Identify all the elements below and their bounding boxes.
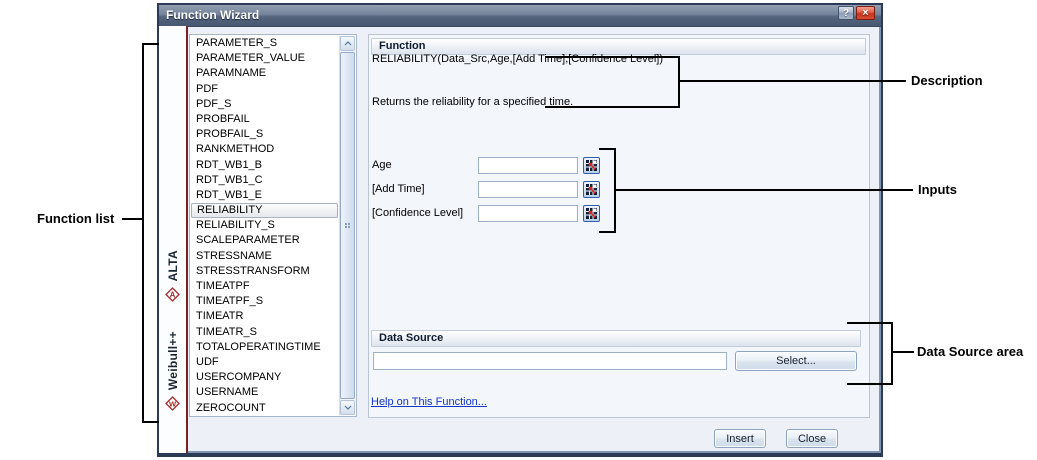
input-row: Age [372, 153, 632, 177]
input-row: [Confidence Level] [372, 201, 632, 225]
select-button[interactable]: Select... [735, 351, 857, 371]
cell-picker-button[interactable] [583, 205, 600, 222]
list-item[interactable]: PARAMETER_S [191, 36, 339, 51]
list-item[interactable]: USERCOMPANY [191, 370, 339, 385]
list-item[interactable]: RDT_WB1_E [191, 188, 339, 203]
list-item[interactable]: TOTALOPERATINGTIME [191, 340, 339, 355]
list-item[interactable]: PROBFAIL [191, 112, 339, 127]
insert-button[interactable]: Insert [714, 429, 766, 448]
annotation-line [893, 351, 914, 353]
list-item[interactable]: TIMEATR_S [191, 325, 339, 340]
annotation-line [847, 322, 893, 324]
list-scrollbar[interactable] [339, 36, 355, 415]
title-bar[interactable] [159, 5, 881, 27]
list-item[interactable]: TIMEATR [191, 309, 339, 324]
annotation-data-source-label: Data Source area [917, 344, 1023, 359]
input-row: [Add Time] [372, 177, 632, 201]
inputs-area: Age [Add Time] [372, 153, 632, 225]
list-item[interactable]: ZEROCOUNT [191, 401, 339, 416]
list-item[interactable]: RANKMETHOD [191, 142, 339, 157]
annotation-line [680, 80, 906, 82]
close-button[interactable]: Close [786, 429, 838, 448]
annotation-line [891, 322, 893, 385]
scrollbar-thumb[interactable] [340, 52, 355, 399]
titlebar-help-button[interactable]: ? [838, 6, 854, 20]
window-title: Function Wizard [166, 5, 259, 26]
alta-diamond-icon: A [165, 287, 180, 302]
list-item[interactable]: USERNAME [191, 385, 339, 400]
list-item[interactable]: PARAMETER_VALUE [191, 51, 339, 66]
data-source-field[interactable] [373, 352, 727, 370]
tab-alta[interactable]: ALTA A [159, 250, 186, 302]
annotation-line [545, 106, 680, 108]
list-item[interactable]: RELIABILITY [191, 203, 338, 218]
annotation-line [142, 421, 159, 423]
input-field[interactable] [478, 181, 578, 198]
list-item[interactable]: STRESSTRANSFORM [191, 264, 339, 279]
function-listbox: PARAMETER_SPARAMETER_VALUEPARAMNAMEPDFPD… [189, 34, 357, 417]
list-item[interactable]: PROBFAIL_S [191, 127, 339, 142]
list-item[interactable]: PARAMNAME [191, 66, 339, 81]
annotation-line [122, 218, 142, 220]
list-item[interactable]: UDF [191, 355, 339, 370]
close-icon: × [862, 7, 868, 19]
svg-text:A: A [170, 291, 176, 300]
list-item[interactable]: STRESSNAME [191, 249, 339, 264]
function-signature: RELIABILITY(Data_Src,Age,[Add Time],[Con… [372, 53, 663, 65]
input-label: [Add Time] [372, 183, 478, 195]
annotation-function-list-label: Function list [37, 211, 114, 226]
tab-weibull[interactable]: Weibull++ W [159, 331, 186, 411]
list-item[interactable]: RDT_WB1_C [191, 173, 339, 188]
tab-strip-divider [186, 26, 188, 453]
list-item[interactable]: RDT_WB1_B [191, 158, 339, 173]
function-list: PARAMETER_SPARAMETER_VALUEPARAMNAMEPDFPD… [191, 36, 339, 415]
annotation-line [545, 56, 680, 58]
annotation-line [142, 43, 159, 45]
annotation-line [142, 43, 144, 423]
cell-picker-button[interactable] [583, 157, 600, 174]
annotation-line [678, 56, 680, 108]
tab-alta-label: ALTA [166, 250, 180, 281]
titlebar-close-button[interactable]: × [856, 6, 875, 20]
input-field[interactable] [478, 205, 578, 222]
chevron-up-icon [344, 41, 352, 46]
svg-text:W: W [169, 400, 177, 409]
annotation-line [847, 383, 893, 385]
list-item[interactable]: PDF [191, 82, 339, 97]
screen: Function Wizard ? × ALTA A Weibull++ W P… [0, 0, 1037, 460]
annotation-line [616, 189, 913, 191]
tab-weibull-label: Weibull++ [166, 331, 180, 390]
grid-arrow-icon [586, 160, 597, 171]
annotation-inputs-label: Inputs [918, 182, 957, 197]
grid-arrow-icon [586, 208, 597, 219]
scrollbar-down-button[interactable] [340, 400, 355, 415]
input-label: [Confidence Level] [372, 207, 478, 219]
list-item[interactable]: TIMEATPF_S [191, 294, 339, 309]
scrollbar-grip-icon [345, 223, 347, 225]
function-description: Returns the reliability for a specified … [372, 96, 573, 108]
input-field[interactable] [478, 157, 578, 174]
input-label: Age [372, 159, 478, 171]
weibull-diamond-icon: W [165, 396, 180, 411]
list-item[interactable]: TIMEATPF [191, 279, 339, 294]
chevron-down-icon [344, 405, 352, 410]
list-item[interactable]: SCALEPARAMETER [191, 233, 339, 248]
help-link[interactable]: Help on This Function... [371, 396, 487, 408]
cell-picker-button[interactable] [583, 181, 600, 198]
annotation-description-label: Description [911, 73, 983, 88]
data-source-group-header: Data Source [371, 330, 861, 347]
annotation-line [599, 231, 616, 233]
list-item[interactable]: PDF_S [191, 97, 339, 112]
help-icon: ? [843, 8, 849, 19]
scrollbar-up-button[interactable] [340, 36, 355, 51]
list-item[interactable]: RELIABILITY_S [191, 218, 339, 233]
grid-arrow-icon [586, 184, 597, 195]
